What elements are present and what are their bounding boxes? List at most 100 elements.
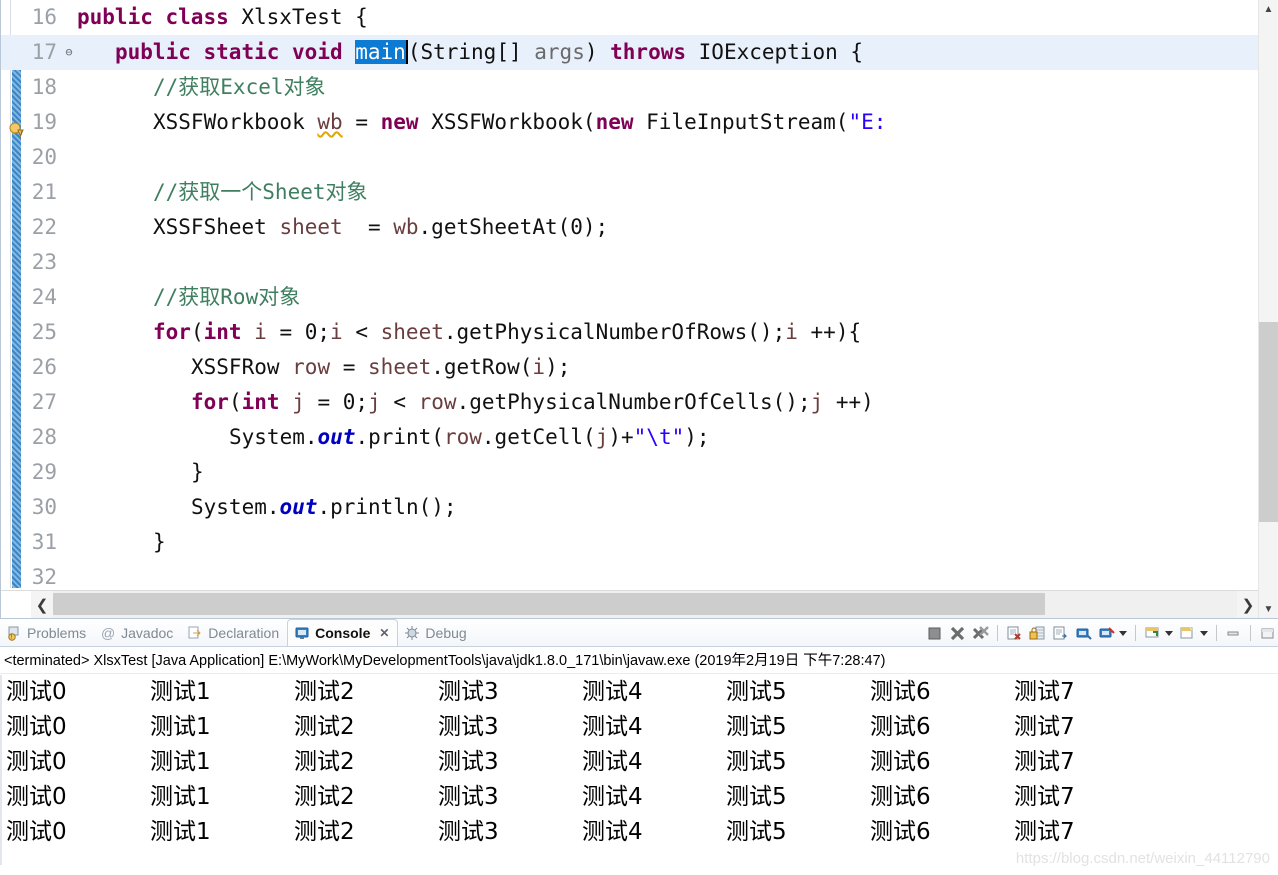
code-line[interactable]: 20 (1, 140, 1278, 175)
code-line[interactable]: 24 //获取Row对象 (1, 280, 1278, 315)
code-token: //获取Excel对象 (153, 75, 326, 99)
console-output-cell: 测试2 (294, 784, 355, 810)
pin-console-icon[interactable] (1098, 625, 1115, 642)
code-text[interactable]: //获取Excel对象 (153, 70, 326, 105)
scroll-up-icon[interactable]: ▲ (1259, 0, 1278, 18)
tab-close-icon[interactable]: ✕ (379, 626, 389, 640)
console-output-cell: 测试4 (582, 679, 643, 705)
editor-vertical-scrollbar[interactable]: ▲ ▼ (1258, 0, 1278, 618)
console-toolbar[interactable] (926, 621, 1276, 645)
code-text[interactable]: for(int i = 0;i < sheet.getPhysicalNumbe… (153, 315, 861, 350)
console-output[interactable]: 测试0 测试1 测试2 测试3 测试4 测试5 测试6 测试7 测试0 测试1 测试2 测试3 测试4 测… (0, 675, 1278, 865)
console-output-cell: 测试2 (294, 819, 355, 845)
tab-problems[interactable]: ! Problems (0, 620, 94, 646)
minimize-icon[interactable] (1225, 625, 1242, 642)
open-console-icon[interactable] (1179, 625, 1196, 642)
code-line[interactable]: 25 for(int i = 0;i < sheet.getPhysicalNum… (1, 315, 1278, 350)
code-line[interactable]: 21 //获取一个Sheet对象 (1, 175, 1278, 210)
code-line[interactable]: 18 //获取Excel对象 (1, 70, 1278, 105)
clear-console-icon[interactable] (1006, 625, 1023, 642)
tab-declaration[interactable]: Declaration (181, 620, 287, 646)
console-output-cell: 测试0 (6, 749, 67, 775)
code-text[interactable]: System.out.print(row.getCell(j)+"\t"); (229, 420, 710, 455)
code-line[interactable]: 23 (1, 245, 1278, 280)
code-token: .getRow( (431, 355, 533, 379)
scroll-down-icon[interactable]: ▼ (1259, 600, 1278, 618)
view-tab-bar[interactable]: ! Problems @ Javadoc Declaration Console ✕ Debu… (0, 619, 1278, 647)
remove-all-terminated-icon[interactable] (972, 625, 989, 642)
svg-text:@: @ (101, 625, 115, 641)
line-number: 28 (31, 425, 57, 449)
code-token: ( (190, 320, 204, 344)
code-line[interactable]: 31} (1, 525, 1278, 560)
console-output-cell: 测试5 (726, 749, 787, 775)
code-text[interactable]: for(int j = 0;j < row.getPhysicalNumberO… (191, 385, 874, 420)
code-line[interactable]: 29} (1, 455, 1278, 490)
code-token: out (279, 495, 318, 519)
horizontal-scroll-track[interactable] (53, 591, 1237, 618)
tab-console[interactable]: Console ✕ (287, 619, 399, 646)
line-number: 16 (31, 5, 57, 29)
code-token: = (342, 215, 394, 239)
console-output-cell: 测试7 (1014, 749, 1075, 775)
fold-collapse-icon[interactable]: ⊖ (61, 35, 77, 70)
editor-text-area[interactable]: 16 public class XlsxTest {17 ⊖ public stati… (1, 0, 1278, 588)
console-output-cell: 测试5 (726, 819, 787, 845)
java-editor[interactable]: 16 public class XlsxTest {17 ⊖ public stati… (0, 0, 1278, 618)
console-output-row: 测试0 测试1 测试2 测试3 测试4 测试5 测试6 测试7 (6, 780, 1278, 815)
maximize-icon[interactable] (1259, 625, 1276, 642)
code-token: wb (317, 110, 343, 134)
code-token: int (203, 320, 255, 344)
code-line[interactable]: 28 System.out.print(row.getCell(j)+"\t"); (1, 420, 1278, 455)
code-text[interactable]: //获取一个Sheet对象 (153, 175, 368, 210)
remove-launch-icon[interactable] (949, 625, 966, 642)
code-text[interactable]: } (153, 525, 166, 560)
code-text[interactable]: } (191, 455, 204, 490)
console-output-cell: 测试2 (294, 714, 355, 740)
console-output-cell: 测试7 (1014, 679, 1075, 705)
code-text[interactable]: XSSFRow row = sheet.getRow(i); (191, 350, 570, 385)
console-icon (294, 625, 310, 641)
show-console-on-output-icon[interactable] (1075, 625, 1092, 642)
code-line[interactable]: 19! XSSFWorkbook wb = new XSSFWorkbook(ne… (1, 105, 1278, 140)
tab-javadoc[interactable]: @ Javadoc (94, 620, 181, 646)
code-line[interactable]: 30 System.out.println(); (1, 490, 1278, 525)
code-text[interactable]: XSSFWorkbook wb = new XSSFWorkbook(new F… (153, 105, 886, 140)
scroll-right-icon[interactable]: ❯ (1237, 591, 1259, 618)
console-output-row: 测试0 测试1 测试2 测试3 测试4 测试5 测试6 测试7 (6, 815, 1278, 850)
debug-icon (404, 625, 420, 641)
warning-marker-icon[interactable]: ! (9, 114, 26, 138)
code-token: "E: (848, 110, 887, 134)
code-token: sheet (368, 355, 432, 379)
code-line[interactable]: 26 XSSFRow row = sheet.getRow(i); (1, 350, 1278, 385)
code-text[interactable]: public static void main(String[] args) t… (115, 35, 863, 70)
console-output-cell: 测试2 (294, 679, 355, 705)
scroll-lock-icon[interactable] (1029, 625, 1046, 642)
scroll-left-icon[interactable]: ❮ (31, 591, 53, 618)
code-text[interactable]: XSSFSheet sheet = wb.getSheetAt(0); (153, 210, 608, 245)
terminate-icon[interactable] (926, 625, 943, 642)
editor-horizontal-scrollbar[interactable]: ❮ ❯ (1, 590, 1259, 618)
code-text[interactable]: public class XlsxTest { (77, 0, 368, 35)
code-text[interactable]: System.out.println(); (191, 490, 457, 525)
chevron-down-icon[interactable] (1200, 630, 1208, 636)
code-text[interactable]: //获取Row对象 (153, 280, 300, 315)
code-line[interactable]: 16 public class XlsxTest { (1, 0, 1278, 35)
vertical-scroll-thumb[interactable] (1259, 322, 1278, 522)
code-line[interactable]: 22 XSSFSheet sheet = wb.getSheetAt(0); (1, 210, 1278, 245)
code-line[interactable]: 32 (1, 560, 1278, 588)
tab-debug[interactable]: Debug (398, 620, 474, 646)
console-output-cell: 测试7 (1014, 784, 1075, 810)
code-line[interactable]: 17 ⊖ public static void main(String[] args… (1, 35, 1278, 70)
word-wrap-icon[interactable] (1052, 625, 1069, 642)
horizontal-scroll-thumb[interactable] (53, 593, 1045, 615)
code-token: public (77, 5, 166, 29)
code-token: throws (610, 40, 699, 64)
console-output-cell: 测试0 (6, 714, 67, 740)
code-token: for (191, 390, 229, 414)
display-selected-console-icon[interactable] (1144, 625, 1161, 642)
chevron-down-icon[interactable] (1165, 630, 1173, 636)
chevron-down-icon[interactable] (1119, 630, 1127, 636)
code-token: .getPhysicalNumberOfRows(); (443, 320, 786, 344)
code-line[interactable]: 27 for(int j = 0;j < row.getPhysicalNumbe… (1, 385, 1278, 420)
